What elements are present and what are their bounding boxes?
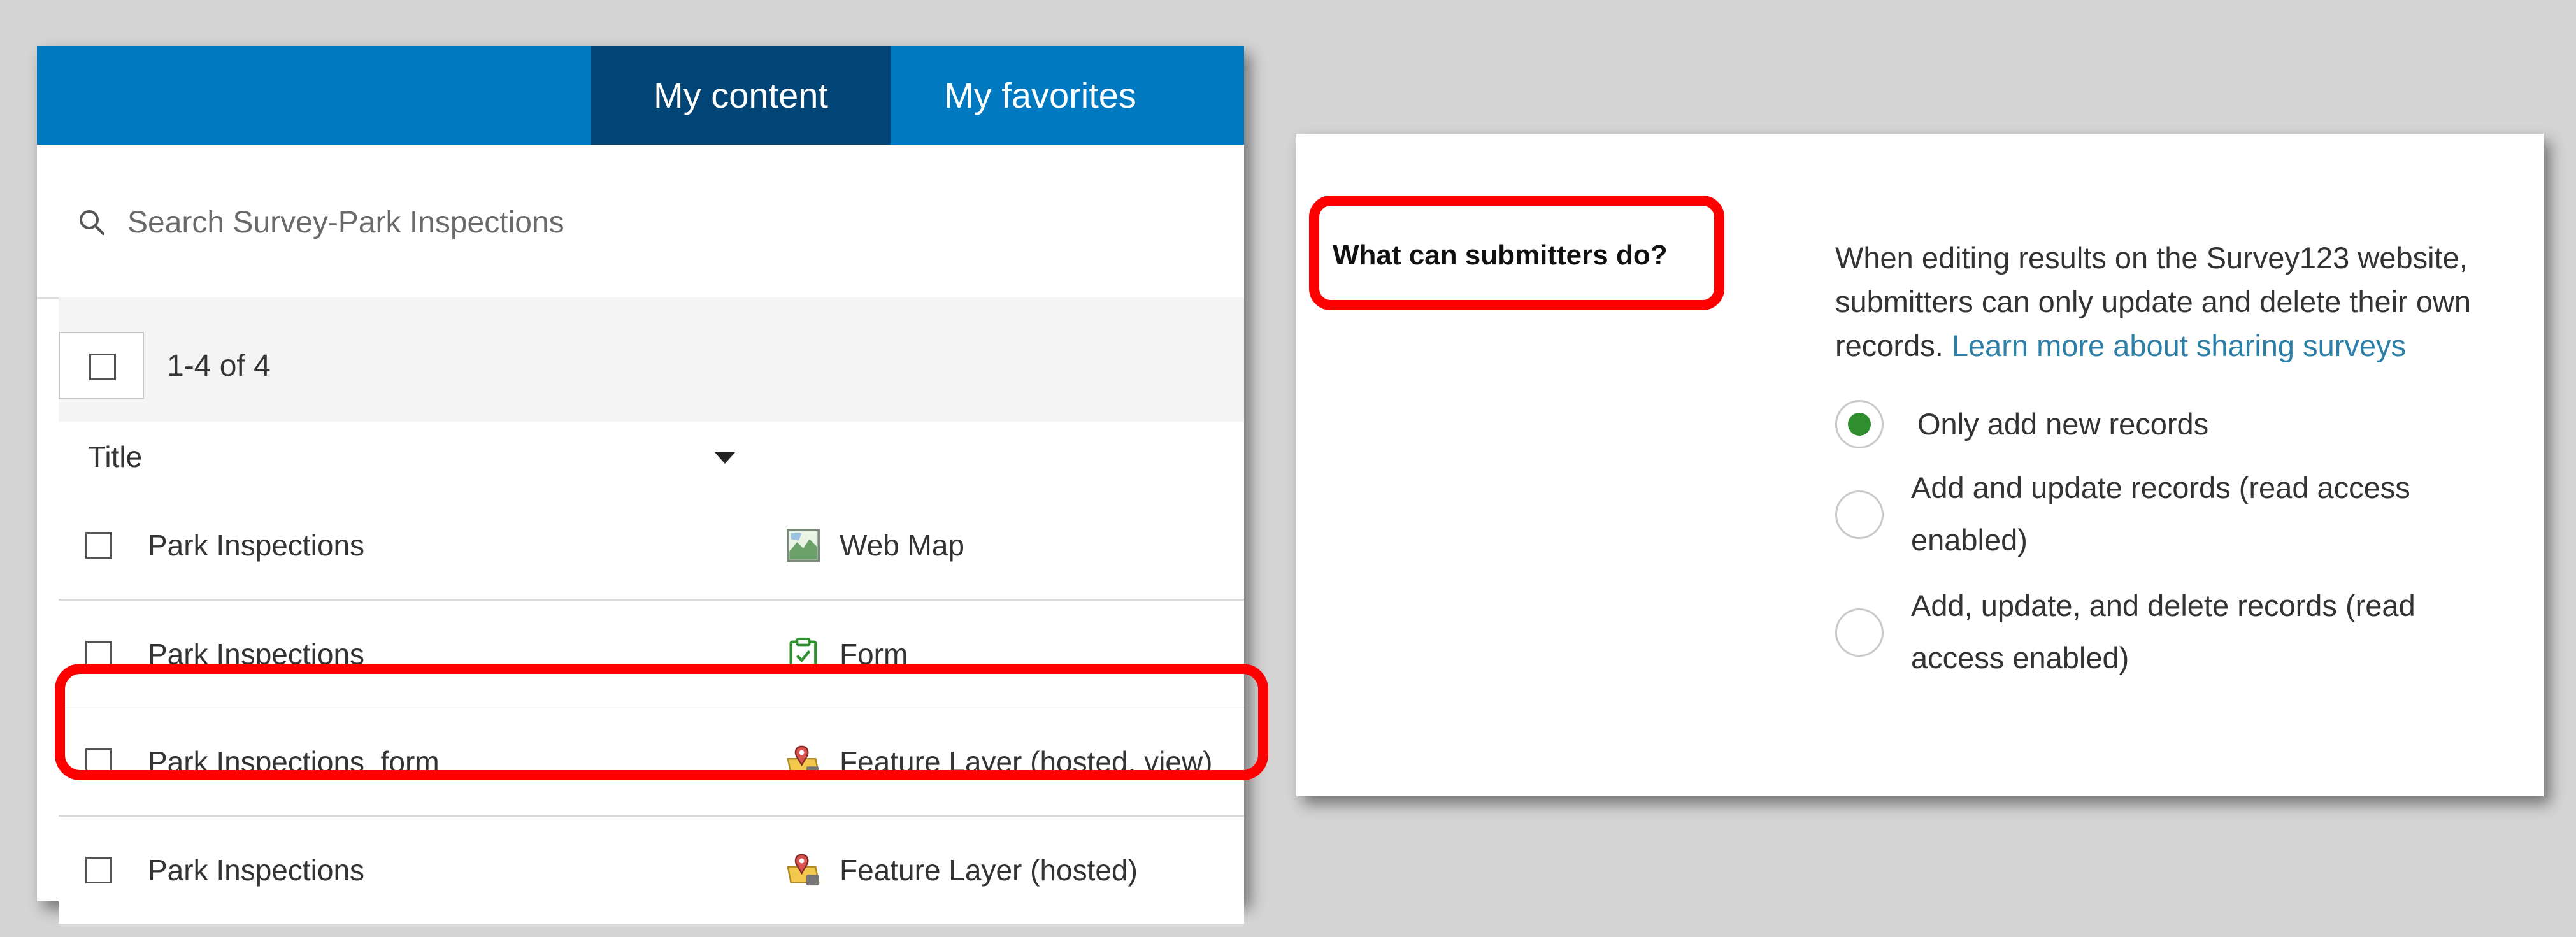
feature-layer-icon [787, 745, 820, 778]
column-header[interactable]: Title [59, 422, 1244, 494]
list-item[interactable]: Park Inspections Web Map [59, 492, 1244, 601]
option-label[interactable]: Only add new records [1917, 398, 2478, 450]
row-checkbox[interactable] [85, 641, 112, 668]
radio-add-update-delete[interactable] [1835, 608, 1884, 657]
row-checkbox[interactable] [85, 857, 112, 883]
item-type: Feature Layer (hosted, view) [840, 745, 1213, 778]
radio-only-add[interactable] [1835, 400, 1884, 448]
option-label[interactable]: Add and update records (read access enab… [1911, 462, 2472, 566]
list-item[interactable]: Park Inspections Feature Layer (hosted) [59, 817, 1244, 926]
select-all-checkbox[interactable] [89, 354, 116, 380]
row-checkbox[interactable] [85, 748, 112, 775]
tab-bar: My content My favorites [37, 46, 1244, 145]
item-title[interactable]: Park Inspections_form [148, 745, 440, 779]
feature-layer-icon [787, 854, 820, 886]
search-input[interactable] [126, 201, 1212, 244]
tab-my-favorites[interactable]: My favorites [891, 46, 1190, 145]
settings-panel: What can submitters do? When editing res… [1296, 134, 2544, 796]
item-type: Web Map [840, 529, 965, 562]
form-icon [789, 637, 817, 671]
web-map-icon [787, 529, 820, 562]
search-bar [37, 145, 1244, 299]
sort-caret-icon[interactable] [715, 452, 735, 464]
item-title[interactable]: Park Inspections [148, 637, 364, 671]
list-toolbar: 1-4 of 4 [59, 297, 1244, 422]
list-item[interactable]: Park Inspections Form [59, 601, 1244, 710]
item-title[interactable]: Park Inspections [148, 853, 364, 887]
item-type: Feature Layer (hosted) [840, 854, 1138, 887]
row-checkbox[interactable] [85, 532, 112, 559]
question-label: What can submitters do? [1333, 240, 1668, 271]
result-count: 1-4 of 4 [167, 349, 271, 383]
column-header-title: Title [88, 440, 143, 473]
item-title[interactable]: Park Inspections [148, 528, 364, 562]
radio-selected-dot [1848, 413, 1871, 436]
content-panel: My content My favorites 1-4 of 4 Title P… [37, 46, 1268, 926]
radio-add-update[interactable] [1835, 490, 1884, 539]
select-all-button[interactable] [59, 332, 144, 399]
learn-more-link[interactable]: Learn more about sharing surveys [1952, 329, 2406, 362]
item-type: Form [840, 638, 908, 671]
description: When editing results on the Survey123 we… [1835, 236, 2529, 368]
tab-my-content[interactable]: My content [591, 46, 891, 145]
list-item[interactable]: Park Inspections_form Feature Layer (hos… [59, 708, 1244, 817]
option-label[interactable]: Add, update, and delete records (read ac… [1911, 580, 2472, 684]
search-icon [80, 210, 105, 236]
